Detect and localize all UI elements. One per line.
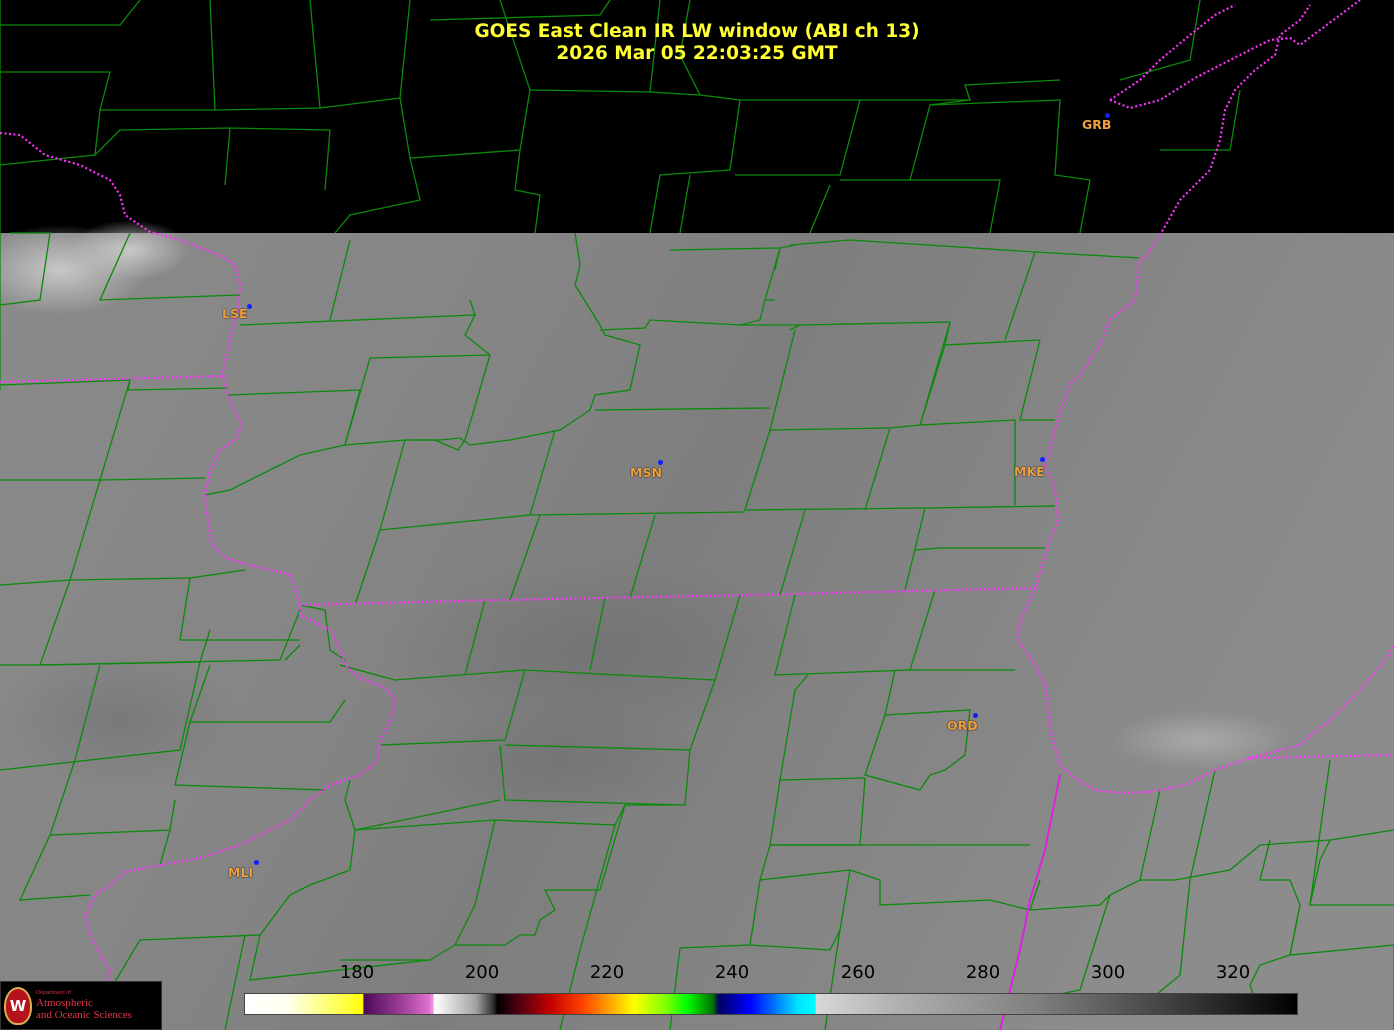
cloud-patch [1110,710,1290,770]
colorbar-tick-label: 320 [1215,962,1251,983]
station-label-lse: LSE [222,306,248,321]
colorbar-tick-label: 300 [1090,962,1126,983]
station-label-grb: GRB [1082,117,1112,132]
temperature-colorbar [244,993,1298,1015]
logo-department-text: Department of [36,990,71,996]
station-label-msn: MSN [630,465,662,480]
uw-seal-icon: W [4,987,32,1025]
logo-name-line2: and Oceanic Sciences [36,1008,132,1021]
colorbar-tick-label: 240 [714,962,750,983]
station-dot-mke [1040,457,1045,462]
station-label-mke: MKE [1014,464,1045,479]
colorbar-tick-label: 180 [339,962,375,983]
station-dot-mli [254,860,259,865]
logo-name-line1: Atmospheric [36,997,93,1009]
station-label-mli: MLI [228,865,254,880]
aos-logo: W Department of Atmospheric and Oceanic … [0,981,162,1030]
colorbar-tick-label: 220 [589,962,625,983]
colorbar-tick-label: 200 [464,962,500,983]
satellite-ir-image [0,0,1394,1030]
cloud-patch [70,220,190,280]
logo-name-text: Atmospheric and Oceanic Sciences [36,997,161,1021]
image-title: GOES East Clean IR LW window (ABI ch 13) [474,21,920,42]
station-label-ord: ORD [947,718,978,733]
cold-cloud-patch [0,650,240,790]
colorbar-tick-label: 260 [840,962,876,983]
image-timestamp: 2026 Mar 05 22:03:25 GMT [556,43,838,64]
colorbar-tick-label: 280 [965,962,1001,983]
